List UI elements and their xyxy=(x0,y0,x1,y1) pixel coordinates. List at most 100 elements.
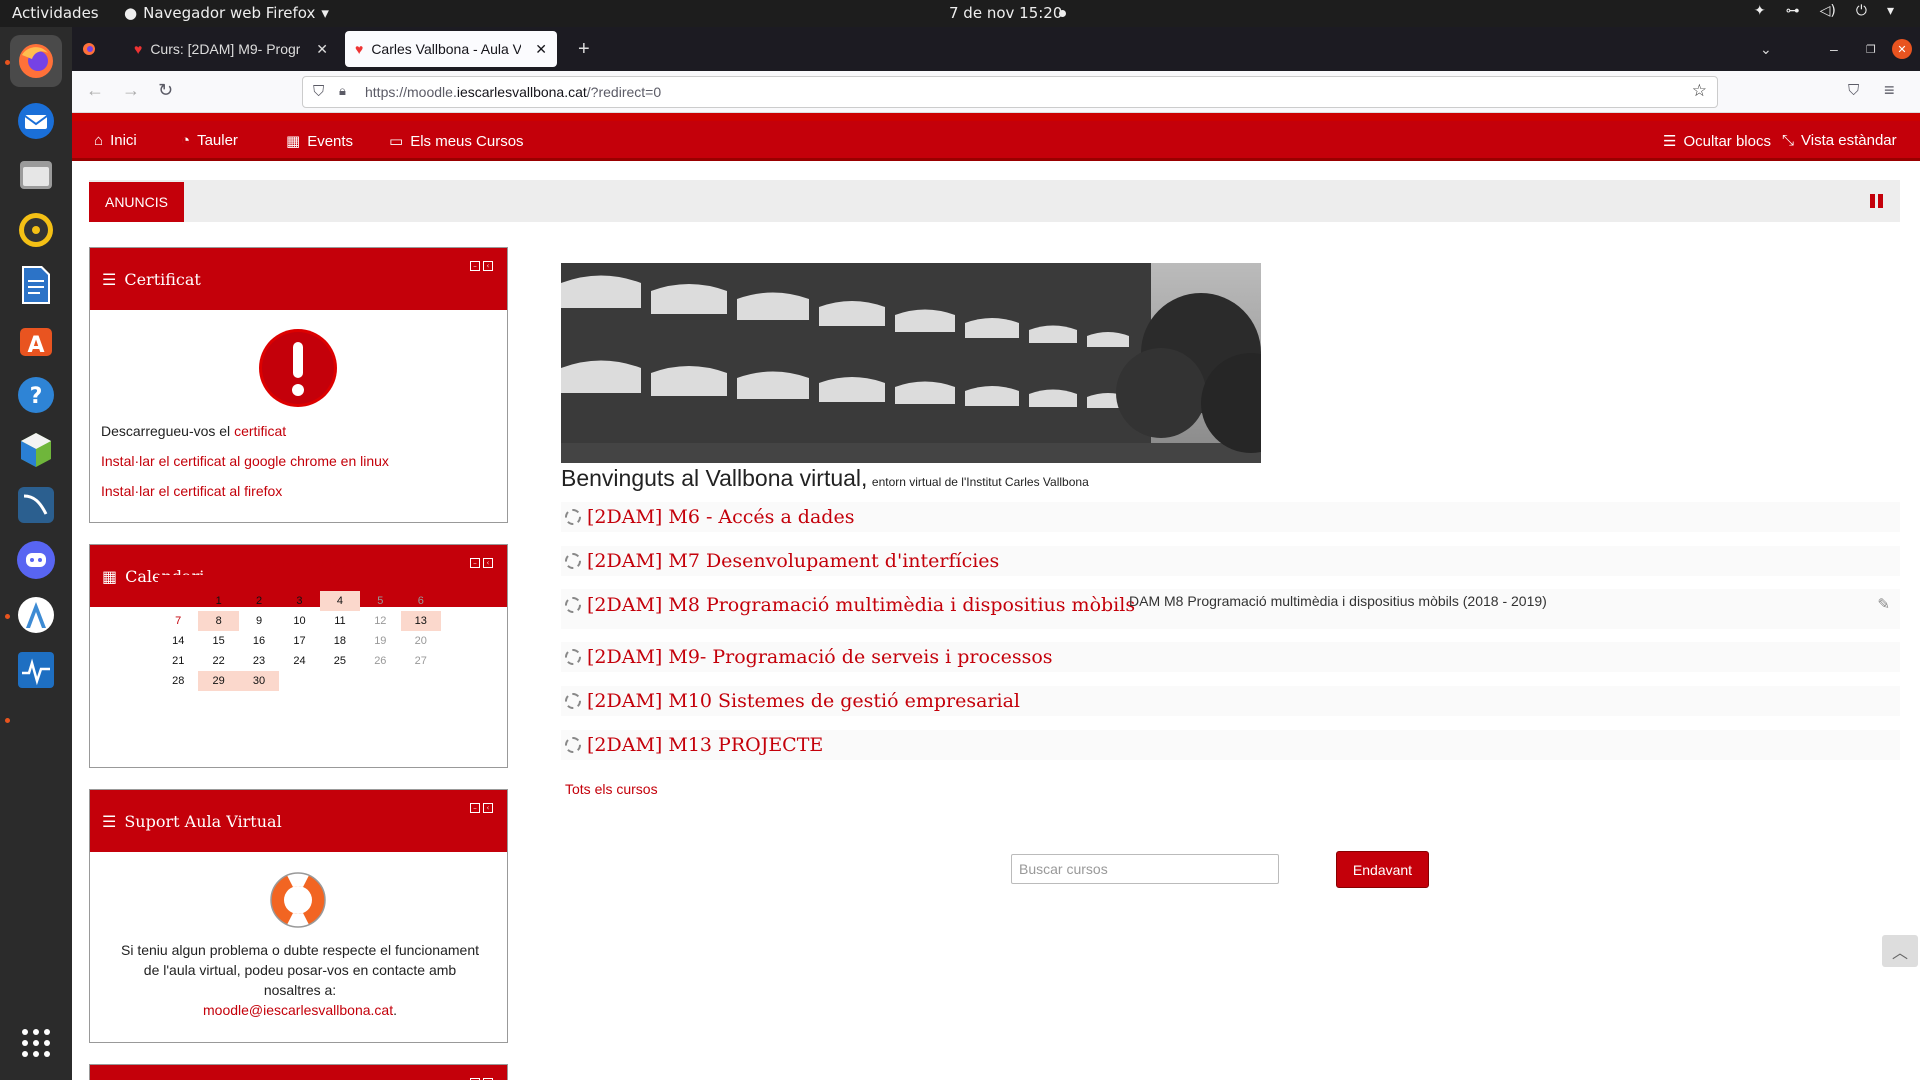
course-link[interactable]: [2DAM] M8 Programació multimèdia i dispo… xyxy=(587,594,1135,616)
calendar-day[interactable]: 17 xyxy=(279,631,319,651)
hamburger-menu-icon[interactable]: ≡ xyxy=(1884,80,1895,101)
calendar-day[interactable]: 4 xyxy=(319,591,361,611)
all-courses-link[interactable]: Tots els cursos xyxy=(565,781,658,797)
lock-icon[interactable]: 🔒︎ xyxy=(339,83,346,99)
new-tab-button[interactable]: + xyxy=(568,31,602,67)
previous-month-icon[interactable]: ◄ xyxy=(158,556,169,568)
course-search-input[interactable]: Buscar cursos xyxy=(1011,854,1279,884)
tab-aula-virtual[interactable]: ♥ Carles Vallbona - Aula Virtual ✕ xyxy=(345,31,557,67)
calendar-day[interactable]: 16 xyxy=(239,631,279,651)
course-link[interactable]: [2DAM] M7 Desenvolupament d'interfícies xyxy=(587,550,999,572)
calendar-day[interactable]: 1 xyxy=(198,591,238,611)
support-email-link[interactable]: moodle@iescarlesvallbona.cat xyxy=(203,1002,393,1018)
back-icon[interactable]: ← xyxy=(86,80,104,101)
close-window-button[interactable]: ✕ xyxy=(1892,39,1912,59)
search-go-button[interactable]: Endavant xyxy=(1336,851,1429,888)
dropbox-icon[interactable]: ✦ xyxy=(1754,3,1766,19)
course-item[interactable]: [2DAM] M9- Programació de serveis i proc… xyxy=(561,642,1900,672)
bookmark-star-icon[interactable]: ☆ xyxy=(1692,81,1707,101)
calendar-day[interactable]: 23 xyxy=(239,651,279,671)
minimize-button[interactable]: – xyxy=(1820,31,1850,67)
close-tab-icon[interactable]: ✕ xyxy=(535,41,547,58)
calendar-day[interactable]: 22 xyxy=(198,651,238,671)
chrome-install-link[interactable]: Instal·lar el certificat al google chrom… xyxy=(101,453,389,469)
calendar-day[interactable]: 14 xyxy=(158,631,198,651)
calendar-day[interactable]: 24 xyxy=(279,651,319,671)
files-icon[interactable] xyxy=(10,149,62,201)
menu-item-tauler[interactable]: ◔ Tauler xyxy=(181,132,238,149)
url-bar[interactable]: ⛉ 🔒︎ https://moodle.iescarlesvallbona.ca… xyxy=(302,76,1718,108)
software-center-icon[interactable]: A xyxy=(10,314,62,366)
reload-icon[interactable]: ↻ xyxy=(158,80,173,101)
calendar-day[interactable]: 15 xyxy=(198,631,238,651)
thunderbird-icon[interactable] xyxy=(10,95,62,147)
calendar-day[interactable]: 26 xyxy=(360,651,400,671)
calendar-day[interactable]: 21 xyxy=(158,651,198,671)
course-item[interactable]: [2DAM] M13 PROJECTE xyxy=(561,730,1900,760)
certificate-link[interactable]: certificat xyxy=(234,423,286,439)
activities-button[interactable]: Actividades xyxy=(12,4,99,22)
calendar-day[interactable]: 29 xyxy=(198,671,239,691)
calendar-day[interactable]: 19 xyxy=(360,631,400,651)
collapse-icon[interactable]: – xyxy=(470,803,480,813)
pocket-icon[interactable]: ⛉ xyxy=(1848,82,1859,99)
menu-item-els-meus-cursos[interactable]: ▭ Els meus Cursos xyxy=(389,132,524,151)
calendar-day[interactable]: 10 xyxy=(279,611,319,631)
course-link[interactable]: [2DAM] M13 PROJECTE xyxy=(587,734,823,756)
rhythmbox-icon[interactable] xyxy=(10,204,62,256)
network-icon[interactable]: ⊶ xyxy=(1786,3,1800,19)
tracking-protection-icon[interactable]: ⛉ xyxy=(313,83,324,100)
mysql-workbench-icon[interactable] xyxy=(10,479,62,531)
writer-icon[interactable] xyxy=(10,259,62,311)
firefox-view-button[interactable] xyxy=(74,31,104,67)
help-icon[interactable]: ? xyxy=(10,369,62,421)
calendar-day[interactable]: 11 xyxy=(320,611,360,631)
calendar-day[interactable]: 2 xyxy=(239,591,279,611)
power-icon[interactable]: ⏻ xyxy=(1856,3,1867,19)
firefox-icon[interactable] xyxy=(10,35,62,87)
collapse-icon[interactable]: – xyxy=(470,261,480,271)
clock[interactable]: 7 de nov 15:20 xyxy=(949,4,1062,22)
calendar-day[interactable]: 5 xyxy=(360,591,400,611)
standard-view-button[interactable]: ⤡ Vista estàndar xyxy=(1782,132,1897,149)
edit-summary-icon[interactable]: ✎ xyxy=(1877,595,1890,613)
close-tab-icon[interactable]: ✕ xyxy=(316,41,328,58)
collapse-icon[interactable]: – xyxy=(470,558,480,568)
calendar-day[interactable]: 3 xyxy=(279,591,319,611)
calendar-day[interactable]: 8 xyxy=(198,611,239,631)
dock-icon[interactable]: ‹ xyxy=(483,558,493,568)
course-item[interactable]: [2DAM] M7 Desenvolupament d'interfícies xyxy=(561,546,1900,576)
calendar-day[interactable]: 13 xyxy=(400,611,441,631)
calendar-day[interactable]: 25 xyxy=(320,651,360,671)
chevron-down-icon[interactable]: ▾ xyxy=(1887,3,1894,19)
course-item[interactable]: [2DAM] M6 - Accés a dades xyxy=(561,502,1900,532)
system-monitor-icon[interactable] xyxy=(10,644,62,696)
calendar-day[interactable]: 30 xyxy=(238,671,280,691)
tab-m9-course[interactable]: ♥ Curs: [2DAM] M9- Programació ✕ xyxy=(124,31,338,67)
restore-button[interactable]: ❐ xyxy=(1856,31,1886,67)
firefox-install-link[interactable]: Instal·lar el certificat al firefox xyxy=(101,483,282,499)
next-month-icon[interactable]: ► xyxy=(430,556,441,568)
system-tray[interactable]: ✦ ⊶ ◁) ⏻ ▾ xyxy=(1754,3,1894,19)
announcements-button[interactable]: ANUNCIS xyxy=(89,182,184,222)
volume-icon[interactable]: ◁) xyxy=(1820,3,1836,19)
discord-icon[interactable] xyxy=(10,534,62,586)
course-link[interactable]: [2DAM] M9- Programació de serveis i proc… xyxy=(587,646,1053,668)
menu-item-inici[interactable]: ⌂ Inici xyxy=(94,132,137,149)
virtualbox-icon[interactable] xyxy=(10,424,62,476)
android-studio-icon[interactable] xyxy=(10,589,62,641)
course-link[interactable]: [2DAM] M10 Sistemes de gestió empresaria… xyxy=(587,690,1020,712)
calendar-day[interactable]: 18 xyxy=(320,631,360,651)
calendar-day[interactable]: 27 xyxy=(401,651,441,671)
course-item[interactable]: [2DAM] M10 Sistemes de gestió empresaria… xyxy=(561,686,1900,716)
calendar-day[interactable]: 12 xyxy=(360,611,400,631)
hide-blocks-button[interactable]: ☰ Ocultar blocs xyxy=(1663,132,1771,151)
calendar-month[interactable]: novembre 2022 xyxy=(251,557,348,573)
forward-icon[interactable]: → xyxy=(122,80,140,101)
calendar-day[interactable]: 6 xyxy=(401,591,441,611)
menu-item-events[interactable]: ▦ Events xyxy=(286,132,353,151)
calendar-day[interactable]: 7 xyxy=(158,611,198,631)
calendar-day[interactable]: 28 xyxy=(158,671,198,691)
course-item[interactable]: [2DAM] M8 Programació multimèdia i dispo… xyxy=(561,589,1900,629)
scroll-to-top-button[interactable]: ︿ xyxy=(1882,935,1918,967)
